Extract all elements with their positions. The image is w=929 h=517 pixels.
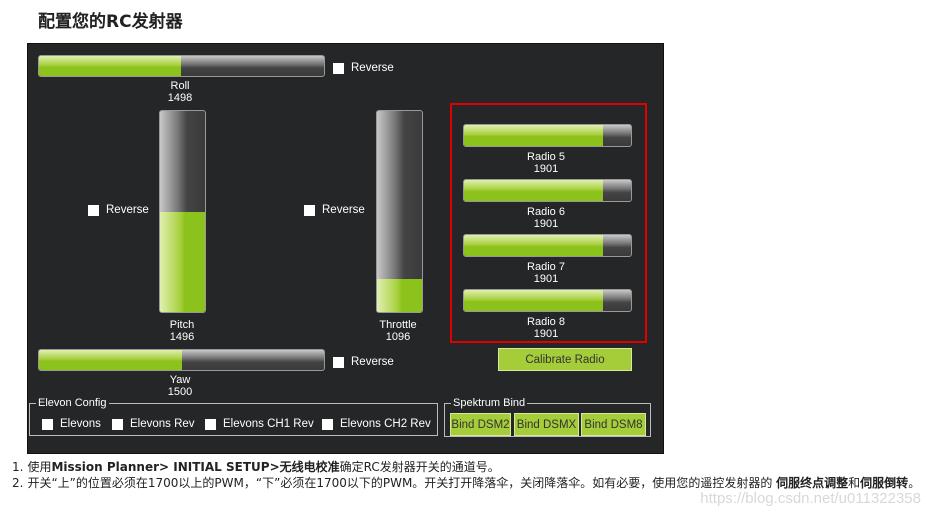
radio-7-bar-fill [464, 235, 604, 256]
checkbox-icon [322, 418, 333, 430]
bind-dsmx-button[interactable]: Bind DSMX [514, 413, 579, 436]
elevons-ch1-rev-checkbox[interactable]: Elevons CH1 Rev [205, 418, 314, 430]
elevons-ch2-rev-checkbox[interactable]: Elevons CH2 Rev [322, 418, 431, 430]
checkbox-label: Elevons Rev [130, 418, 195, 430]
throttle-reverse-checkbox[interactable]: Reverse [304, 204, 365, 216]
radio-value: 1901 [533, 328, 559, 340]
item-text: 确定RC发射器开关的通道号。 [339, 460, 500, 474]
radio-name: Radio 5 [527, 151, 565, 163]
throttle-bar-fill [377, 279, 422, 312]
yaw-name: Yaw [169, 374, 191, 386]
bind-dsm2-button[interactable]: Bind DSM2 [450, 413, 511, 436]
checkbox-icon [333, 356, 344, 368]
elevon-config-group: Elevon Config [29, 397, 438, 436]
throttle-value: 1096 [385, 331, 411, 343]
radio-7-label: Radio 7 1901 [496, 261, 596, 285]
pitch-label: Pitch 1496 [142, 319, 222, 343]
checkbox-label: Elevons CH2 Rev [340, 418, 431, 430]
pitch-name: Pitch [169, 319, 195, 331]
pitch-value: 1496 [169, 331, 195, 343]
radio-name: Radio 8 [527, 316, 565, 328]
bind-dsm8-button[interactable]: Bind DSM8 [581, 413, 646, 436]
radio-value: 1901 [533, 218, 559, 230]
page-title: 配置您的RC发射器 [38, 12, 183, 32]
radio-5-label: Radio 5 1901 [496, 151, 596, 175]
item-text: 伺服倒转 [860, 476, 909, 490]
throttle-bar [376, 110, 423, 313]
radio-8-label: Radio 8 1901 [496, 316, 596, 340]
roll-bar-fill [39, 56, 182, 76]
yaw-bar-fill [39, 350, 182, 370]
radio-6-label: Radio 6 1901 [496, 206, 596, 230]
reverse-label: Reverse [322, 204, 365, 216]
roll-value: 1498 [167, 92, 193, 104]
radio-6-bar [463, 179, 632, 202]
radio-8-bar [463, 289, 632, 312]
watermark: https://blog.csdn.net/u011322358 [700, 490, 921, 507]
item-text: Mission Planner> INITIAL SETUP>无线电校准 [51, 460, 340, 474]
radio-name: Radio 6 [527, 206, 565, 218]
roll-reverse-checkbox[interactable]: Reverse [333, 62, 394, 74]
pitch-bar-fill [160, 212, 205, 312]
calibrate-radio-button[interactable]: Calibrate Radio [498, 348, 632, 371]
checkbox-icon [205, 418, 216, 430]
item-number: 2. [12, 476, 24, 490]
item-number: 1. [12, 460, 24, 474]
instruction-list: 1. 使用Mission Planner> INITIAL SETUP>无线电校准… [12, 459, 927, 491]
roll-name: Roll [170, 80, 190, 92]
yaw-label: Yaw 1500 [140, 374, 220, 398]
checkbox-icon [88, 204, 99, 216]
item-text: 使用 [27, 460, 52, 474]
item-text: 开关“上”的位置必须在1700以上的PWM，“下”必须在1700以下的PWM。开… [27, 476, 777, 490]
radio-8-bar-fill [464, 290, 604, 311]
radio-5-bar [463, 124, 632, 147]
checkbox-icon [112, 418, 123, 430]
roll-label: Roll 1498 [140, 80, 220, 104]
checkbox-icon [42, 418, 53, 430]
checkbox-label: Elevons [60, 418, 101, 430]
yaw-bar [38, 349, 325, 371]
reverse-label: Reverse [351, 356, 394, 368]
elevons-rev-checkbox[interactable]: Elevons Rev [112, 418, 195, 430]
reverse-label: Reverse [351, 62, 394, 74]
spektrum-bind-legend: Spektrum Bind [453, 397, 526, 409]
instruction-item: 1. 使用Mission Planner> INITIAL SETUP>无线电校准… [12, 459, 927, 475]
roll-bar [38, 55, 325, 77]
elevon-config-legend: Elevon Config [38, 397, 107, 409]
checkbox-icon [304, 204, 315, 216]
yaw-reverse-checkbox[interactable]: Reverse [333, 356, 394, 368]
reverse-label: Reverse [106, 204, 149, 216]
item-text: 伺服终点调整 [776, 476, 849, 490]
radio-value: 1901 [533, 163, 559, 175]
radio-6-bar-fill [464, 180, 604, 201]
pitch-bar [159, 110, 206, 313]
elevons-checkbox[interactable]: Elevons [42, 418, 101, 430]
checkbox-icon [333, 62, 344, 74]
item-text: 。 [908, 476, 921, 490]
item-text: 和 [848, 476, 861, 490]
checkbox-label: Elevons CH1 Rev [223, 418, 314, 430]
radio-5-bar-fill [464, 125, 604, 146]
instruction-item: 2. 开关“上”的位置必须在1700以上的PWM，“下”必须在1700以下的PWM… [12, 475, 927, 491]
throttle-label: Throttle 1096 [358, 319, 438, 343]
pitch-reverse-checkbox[interactable]: Reverse [88, 204, 149, 216]
radio-7-bar [463, 234, 632, 257]
radio-name: Radio 7 [527, 261, 565, 273]
throttle-name: Throttle [379, 319, 417, 331]
radio-value: 1901 [533, 273, 559, 285]
